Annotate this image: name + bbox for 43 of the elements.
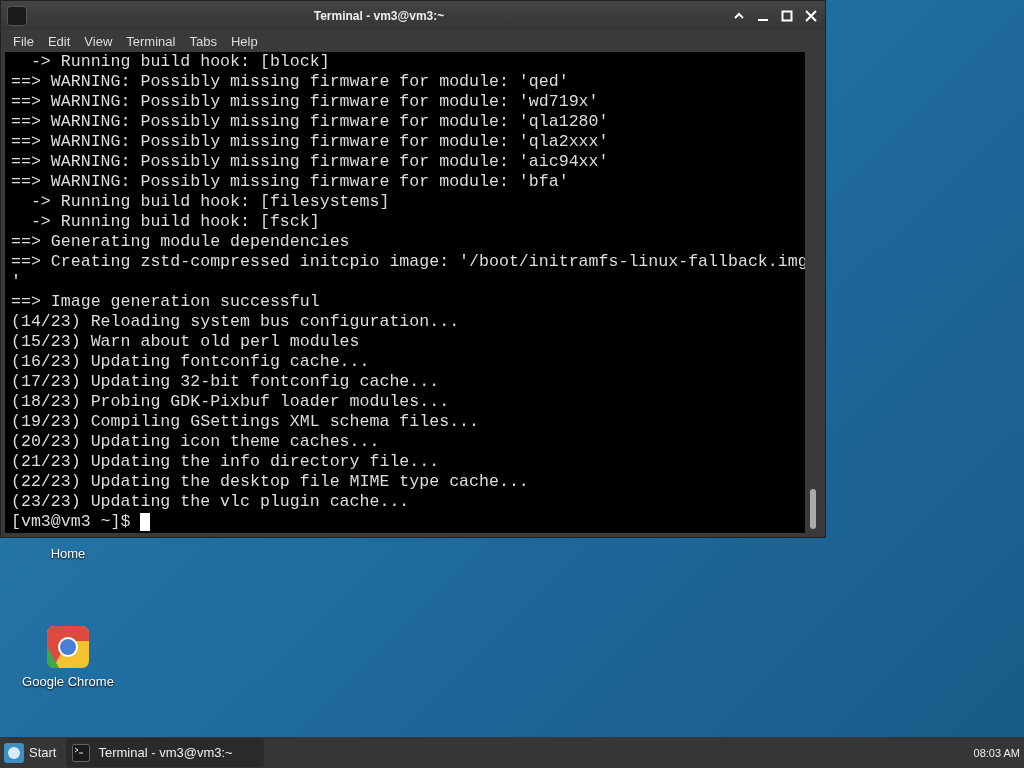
browser-icon[interactable]	[47, 626, 89, 668]
terminal-line: ==> WARNING: Possibly missing firmware for module: 'wd719x'	[11, 92, 600, 112]
terminal-line: ==> WARNING: Possibly missing firmware for module: 'qla1280'	[11, 112, 610, 132]
desktop-icon-label[interactable]: Google Chrome	[22, 674, 114, 689]
terminal-line: (22/23) Updating the desktop file MIME type cache...	[11, 472, 530, 492]
terminal-line: ==> WARNING: Possibly missing firmware for module: 'qla2xxx'	[11, 132, 610, 152]
close-button[interactable]	[803, 7, 819, 24]
menu-item[interactable]: Edit	[40, 33, 78, 49]
menu-item[interactable]: Tabs	[182, 33, 224, 49]
menu-item[interactable]: Help	[223, 33, 265, 49]
taskbar-task[interactable]: Terminal - vm3@vm3:~	[66, 738, 265, 767]
terminal-line: -> Running build hook: [filesystems]	[29, 192, 391, 212]
terminal-line: ==> WARNING: Possibly missing firmware for module: 'aic94xx'	[11, 152, 610, 172]
text-cursor	[140, 513, 151, 531]
terminal-line: (15/23) Warn about old perl modules	[11, 332, 361, 352]
terminal-line: ==> Image generation successful	[11, 292, 321, 312]
terminal-line: ==> WARNING: Possibly missing firmware for module: 'qed'	[11, 72, 570, 92]
close-icon	[805, 9, 817, 22]
terminal-line: (17/23) Updating 32-bit fontconfig cache...	[11, 372, 441, 392]
terminal-line: ==> Generating module dependencies	[11, 232, 351, 252]
terminal-line: (16/23) Updating fontconfig cache...	[11, 352, 371, 372]
terminal-line: '	[11, 272, 22, 292]
start-button[interactable]: Start	[0, 737, 61, 768]
desktop-icon-label[interactable]: Home	[50, 546, 86, 561]
menu-item[interactable]: File	[6, 33, 41, 49]
menu-item[interactable]: Terminal	[119, 33, 183, 49]
terminal-line: (23/23) Updating the vlc plugin cache...	[11, 492, 411, 512]
terminal-line: (21/23) Updating the info directory file...	[11, 452, 441, 472]
shell-prompt: [vm3@vm3 ~]$	[11, 512, 132, 532]
start-icon	[4, 742, 24, 763]
terminal-line: (18/23) Probing GDK-Pixbuf loader modules...	[11, 392, 451, 412]
menu-item[interactable]: View	[77, 33, 120, 49]
terminal-line: (14/23) Reloading system bus configuration...	[11, 312, 461, 332]
terminal-line: -> Running build hook: [fsck]	[29, 212, 321, 232]
window-title: Terminal - vm3@vm3:~	[312, 8, 446, 23]
terminal-line: (19/23) Compiling GSettings XML schema files...	[11, 412, 481, 432]
maximize-icon	[781, 9, 793, 22]
scrollbar-thumb[interactable]	[810, 489, 816, 529]
clock: 08:03 AM	[973, 746, 1020, 759]
terminal-line: (20/23) Updating icon theme caches...	[11, 432, 381, 452]
terminal-line: -> Running build hook: [block]	[29, 52, 331, 72]
terminal-line: ==> WARNING: Possibly missing firmware for module: 'bfa'	[11, 172, 570, 192]
minimize-icon	[757, 18, 769, 21]
